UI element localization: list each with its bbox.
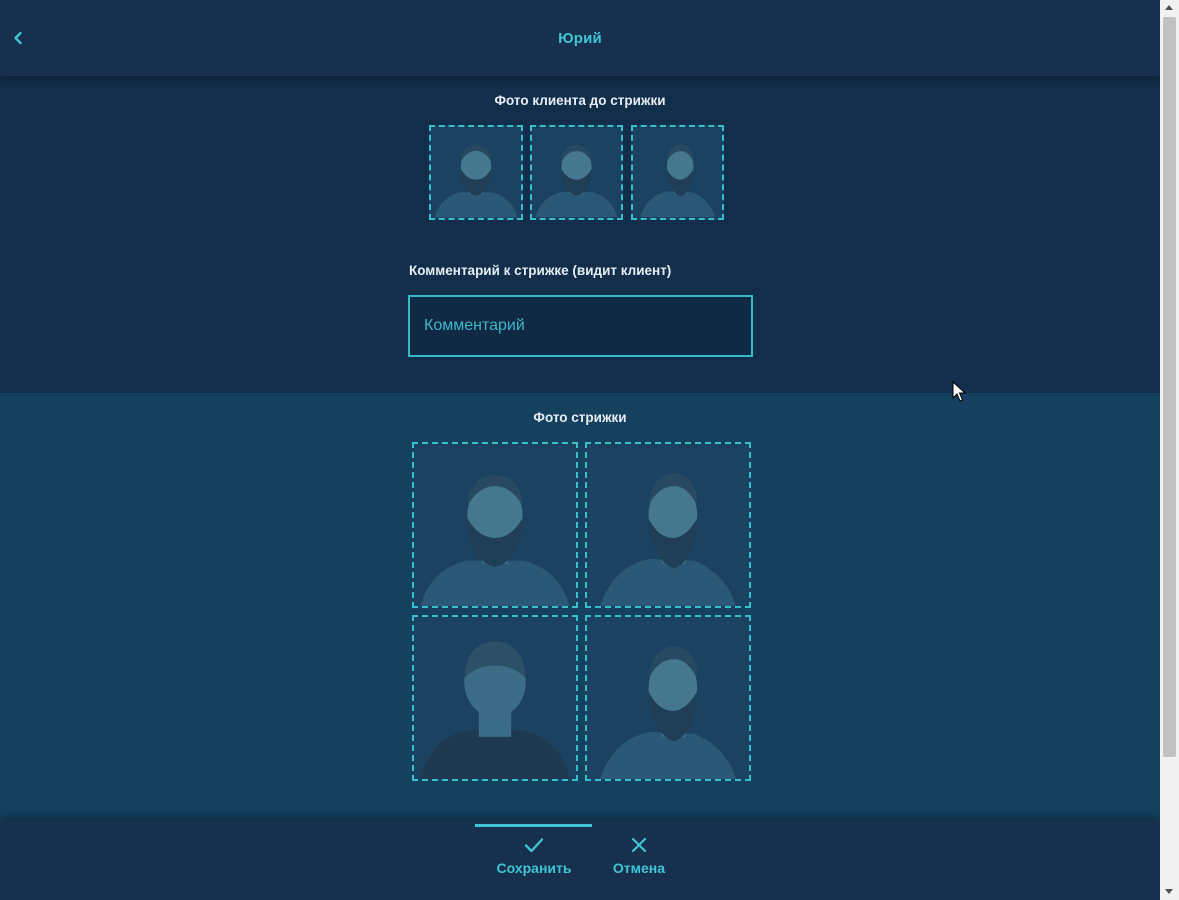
cancel-button[interactable]: Отмена: [607, 836, 671, 876]
cancel-label: Отмена: [612, 860, 666, 876]
haircut-photo-slot[interactable]: [585, 442, 751, 608]
scrollbar-thumb[interactable]: [1163, 17, 1176, 757]
client-photo-front: [431, 127, 521, 218]
save-label: Сохранить: [496, 860, 572, 876]
active-tab-indicator: [475, 824, 592, 827]
haircut-photo-side: [587, 617, 749, 779]
bottom-action-bar: Сохранить Отмена: [0, 820, 1160, 900]
before-photo-slot[interactable]: [429, 125, 523, 220]
client-photo-front: [532, 127, 621, 218]
comment-input[interactable]: [408, 295, 753, 357]
haircut-photo-slot[interactable]: [412, 615, 578, 781]
app-screen: Юрий Фото клиента до стрижки Комментарий…: [0, 0, 1160, 900]
close-icon: [631, 837, 647, 853]
haircut-photo-front: [414, 444, 576, 606]
haircut-photos-section: [0, 393, 1160, 820]
vertical-scrollbar[interactable]: [1160, 0, 1179, 900]
comment-label: Комментарий к стрижке (видит клиент): [409, 263, 672, 278]
before-photo-slot[interactable]: [530, 125, 623, 220]
haircut-photo-slot[interactable]: [412, 442, 578, 608]
before-photos-title: Фото клиента до стрижки: [494, 93, 666, 108]
haircut-photo-back: [414, 617, 576, 779]
check-icon: [524, 838, 544, 853]
haircut-photo-slot[interactable]: [585, 615, 751, 781]
scroll-down-arrow-icon[interactable]: [1165, 889, 1173, 894]
page-title: Юрий: [558, 30, 602, 47]
save-button[interactable]: Сохранить: [492, 836, 576, 876]
scroll-up-arrow-icon[interactable]: [1165, 5, 1173, 10]
client-photo-turn: [633, 127, 722, 218]
mouse-pointer-icon: [952, 381, 967, 402]
haircut-photo-turn: [587, 444, 749, 606]
haircut-photos-title: Фото стрижки: [533, 410, 627, 425]
top-app-bar: Юрий: [0, 0, 1160, 76]
before-photo-slot[interactable]: [631, 125, 724, 220]
